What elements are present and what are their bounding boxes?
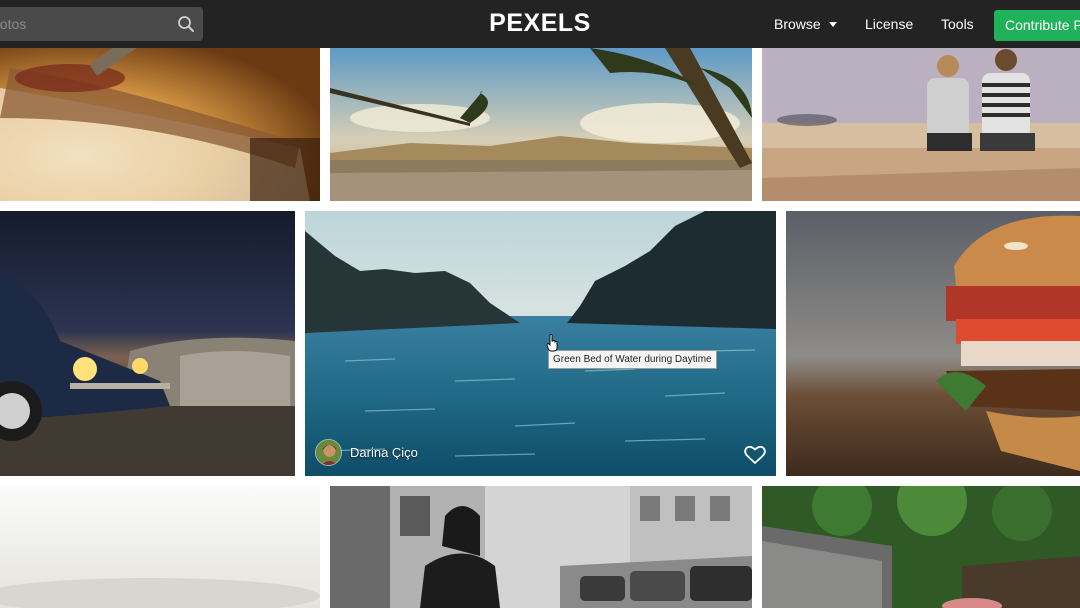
photographer-name[interactable]: Darina Çiço (350, 445, 418, 460)
photo-image (0, 48, 320, 201)
photo-bright-sky[interactable] (0, 486, 320, 608)
photo-paint-palette[interactable] (0, 48, 320, 201)
hand-pointer-icon (546, 334, 558, 352)
photo-image (330, 48, 752, 201)
photo-image (762, 48, 1080, 201)
photographer-credit[interactable]: Darina Çiço (315, 439, 418, 466)
photo-image (0, 211, 295, 476)
heart-icon[interactable] (744, 445, 766, 465)
nav-browse-label: Browse (774, 16, 821, 32)
nav-tools[interactable]: Tools (941, 16, 974, 32)
search-icon[interactable] (177, 15, 195, 33)
nav-browse[interactable]: Browse (774, 16, 837, 32)
photo-burger[interactable] (786, 211, 1080, 476)
chevron-down-icon (828, 22, 837, 27)
photo-title-tooltip: Green Bed of Water during Daytime (548, 350, 717, 369)
photo-image (0, 486, 320, 608)
nav-license[interactable]: License (865, 16, 913, 32)
photo-couple-on-beach[interactable] (762, 48, 1080, 201)
photo-image (330, 486, 752, 608)
search-input[interactable]: hotos (0, 16, 26, 32)
search-box[interactable]: hotos (0, 7, 203, 41)
avatar-image (316, 440, 341, 465)
photo-woman-street-bw[interactable] (330, 486, 752, 608)
avatar[interactable] (315, 439, 342, 466)
contribute-button[interactable]: Contribute P (994, 10, 1080, 41)
photo-image (786, 211, 1080, 476)
photo-image (762, 486, 1080, 608)
photo-green-bed-of-water[interactable]: Darina Çiço (305, 211, 776, 476)
photo-image (305, 211, 776, 476)
photo-vintage-car-night[interactable] (0, 211, 295, 476)
photo-tropical-beach[interactable] (330, 48, 752, 201)
top-navigation-bar: hotos PEXELS Browse License Tools Contri… (0, 0, 1080, 48)
photo-garden-bench[interactable] (762, 486, 1080, 608)
